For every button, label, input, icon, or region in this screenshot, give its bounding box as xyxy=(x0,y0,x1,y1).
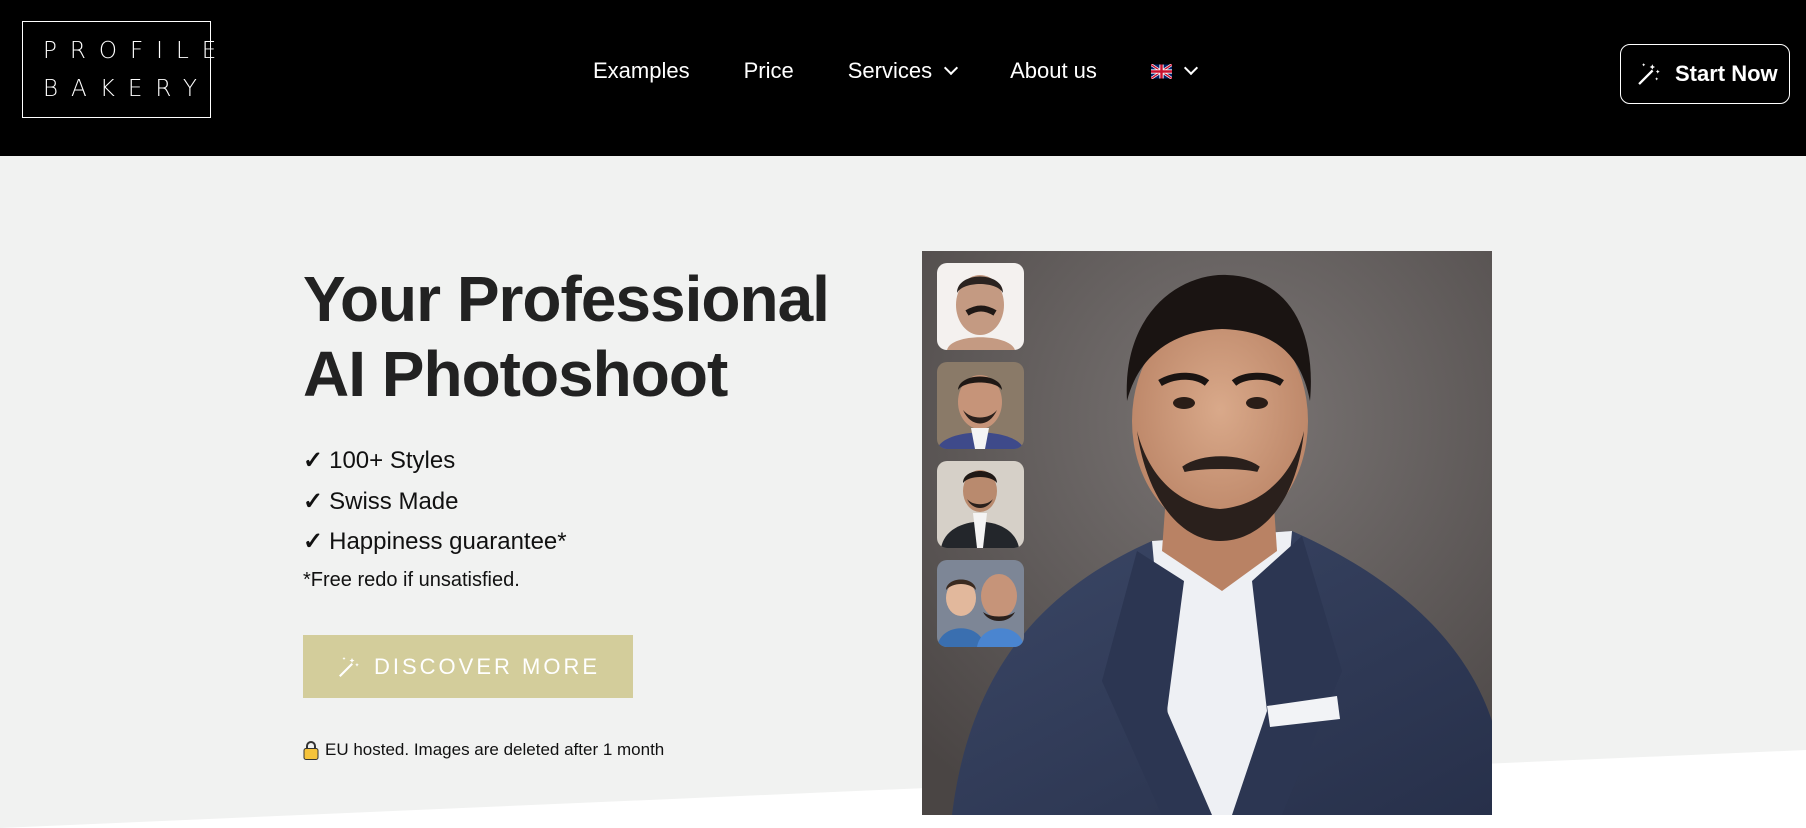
feature-item: ✓ Happiness guarantee* xyxy=(303,522,567,563)
checkmark-icon: ✓ xyxy=(303,487,324,515)
privacy-note: EU hosted. Images are deleted after 1 mo… xyxy=(303,740,664,760)
magic-wand-icon xyxy=(338,656,359,677)
start-now-button[interactable]: Start Now xyxy=(1620,44,1790,104)
chevron-down-icon xyxy=(1183,60,1198,76)
nav-about-us[interactable]: About us xyxy=(1010,58,1097,84)
discover-more-button[interactable]: DISCOVER MORE xyxy=(303,635,633,698)
nav-services[interactable]: Services xyxy=(848,58,959,84)
privacy-text: EU hosted. Images are deleted after 1 mo… xyxy=(325,740,665,759)
profile-bakery-logo[interactable]: PROFILE BAKERY xyxy=(22,21,230,118)
feature-list: ✓ 100+ Styles ✓ Swiss Made ✓ Happiness guar… xyxy=(303,441,567,563)
checkmark-icon: ✓ xyxy=(303,447,324,474)
start-now-label: Start Now xyxy=(1675,61,1778,86)
magic-wand-icon xyxy=(1638,63,1660,85)
lock-icon xyxy=(303,741,319,760)
hero-title: Your Professional AI Photoshoot xyxy=(303,262,830,412)
hero-title-line-1: Your Professional xyxy=(303,263,830,335)
hero-title-line-2: AI Photoshoot xyxy=(303,338,728,410)
main-nav: Examples Price Services About us xyxy=(593,58,1250,84)
logo-line-1: PROFILE xyxy=(43,38,230,64)
ai-portrait-image xyxy=(922,251,1492,815)
feature-item: ✓ 100+ Styles xyxy=(303,441,567,482)
language-selector[interactable] xyxy=(1150,60,1198,79)
nav-price[interactable]: Price xyxy=(744,58,794,84)
source-photo-thumbnail xyxy=(937,461,1024,548)
source-photo-thumbnail xyxy=(937,560,1024,647)
feature-item: ✓ Swiss Made xyxy=(303,482,567,523)
logo-line-2: BAKERY xyxy=(43,76,210,102)
checkmark-icon: ✓ xyxy=(303,528,324,555)
source-photo-thumbnail xyxy=(937,263,1024,350)
discover-more-label: DISCOVER MORE xyxy=(373,653,601,679)
chevron-down-icon xyxy=(944,60,959,76)
uk-flag-icon xyxy=(1150,63,1172,79)
guarantee-note: *Free redo if unsatisfied. xyxy=(303,569,520,591)
source-photo-thumbnail xyxy=(937,362,1024,449)
site-header: PROFILE BAKERY Examples Price Services A… xyxy=(0,0,1806,156)
source-photo-thumbnails xyxy=(937,263,1024,659)
nav-examples[interactable]: Examples xyxy=(593,58,690,84)
